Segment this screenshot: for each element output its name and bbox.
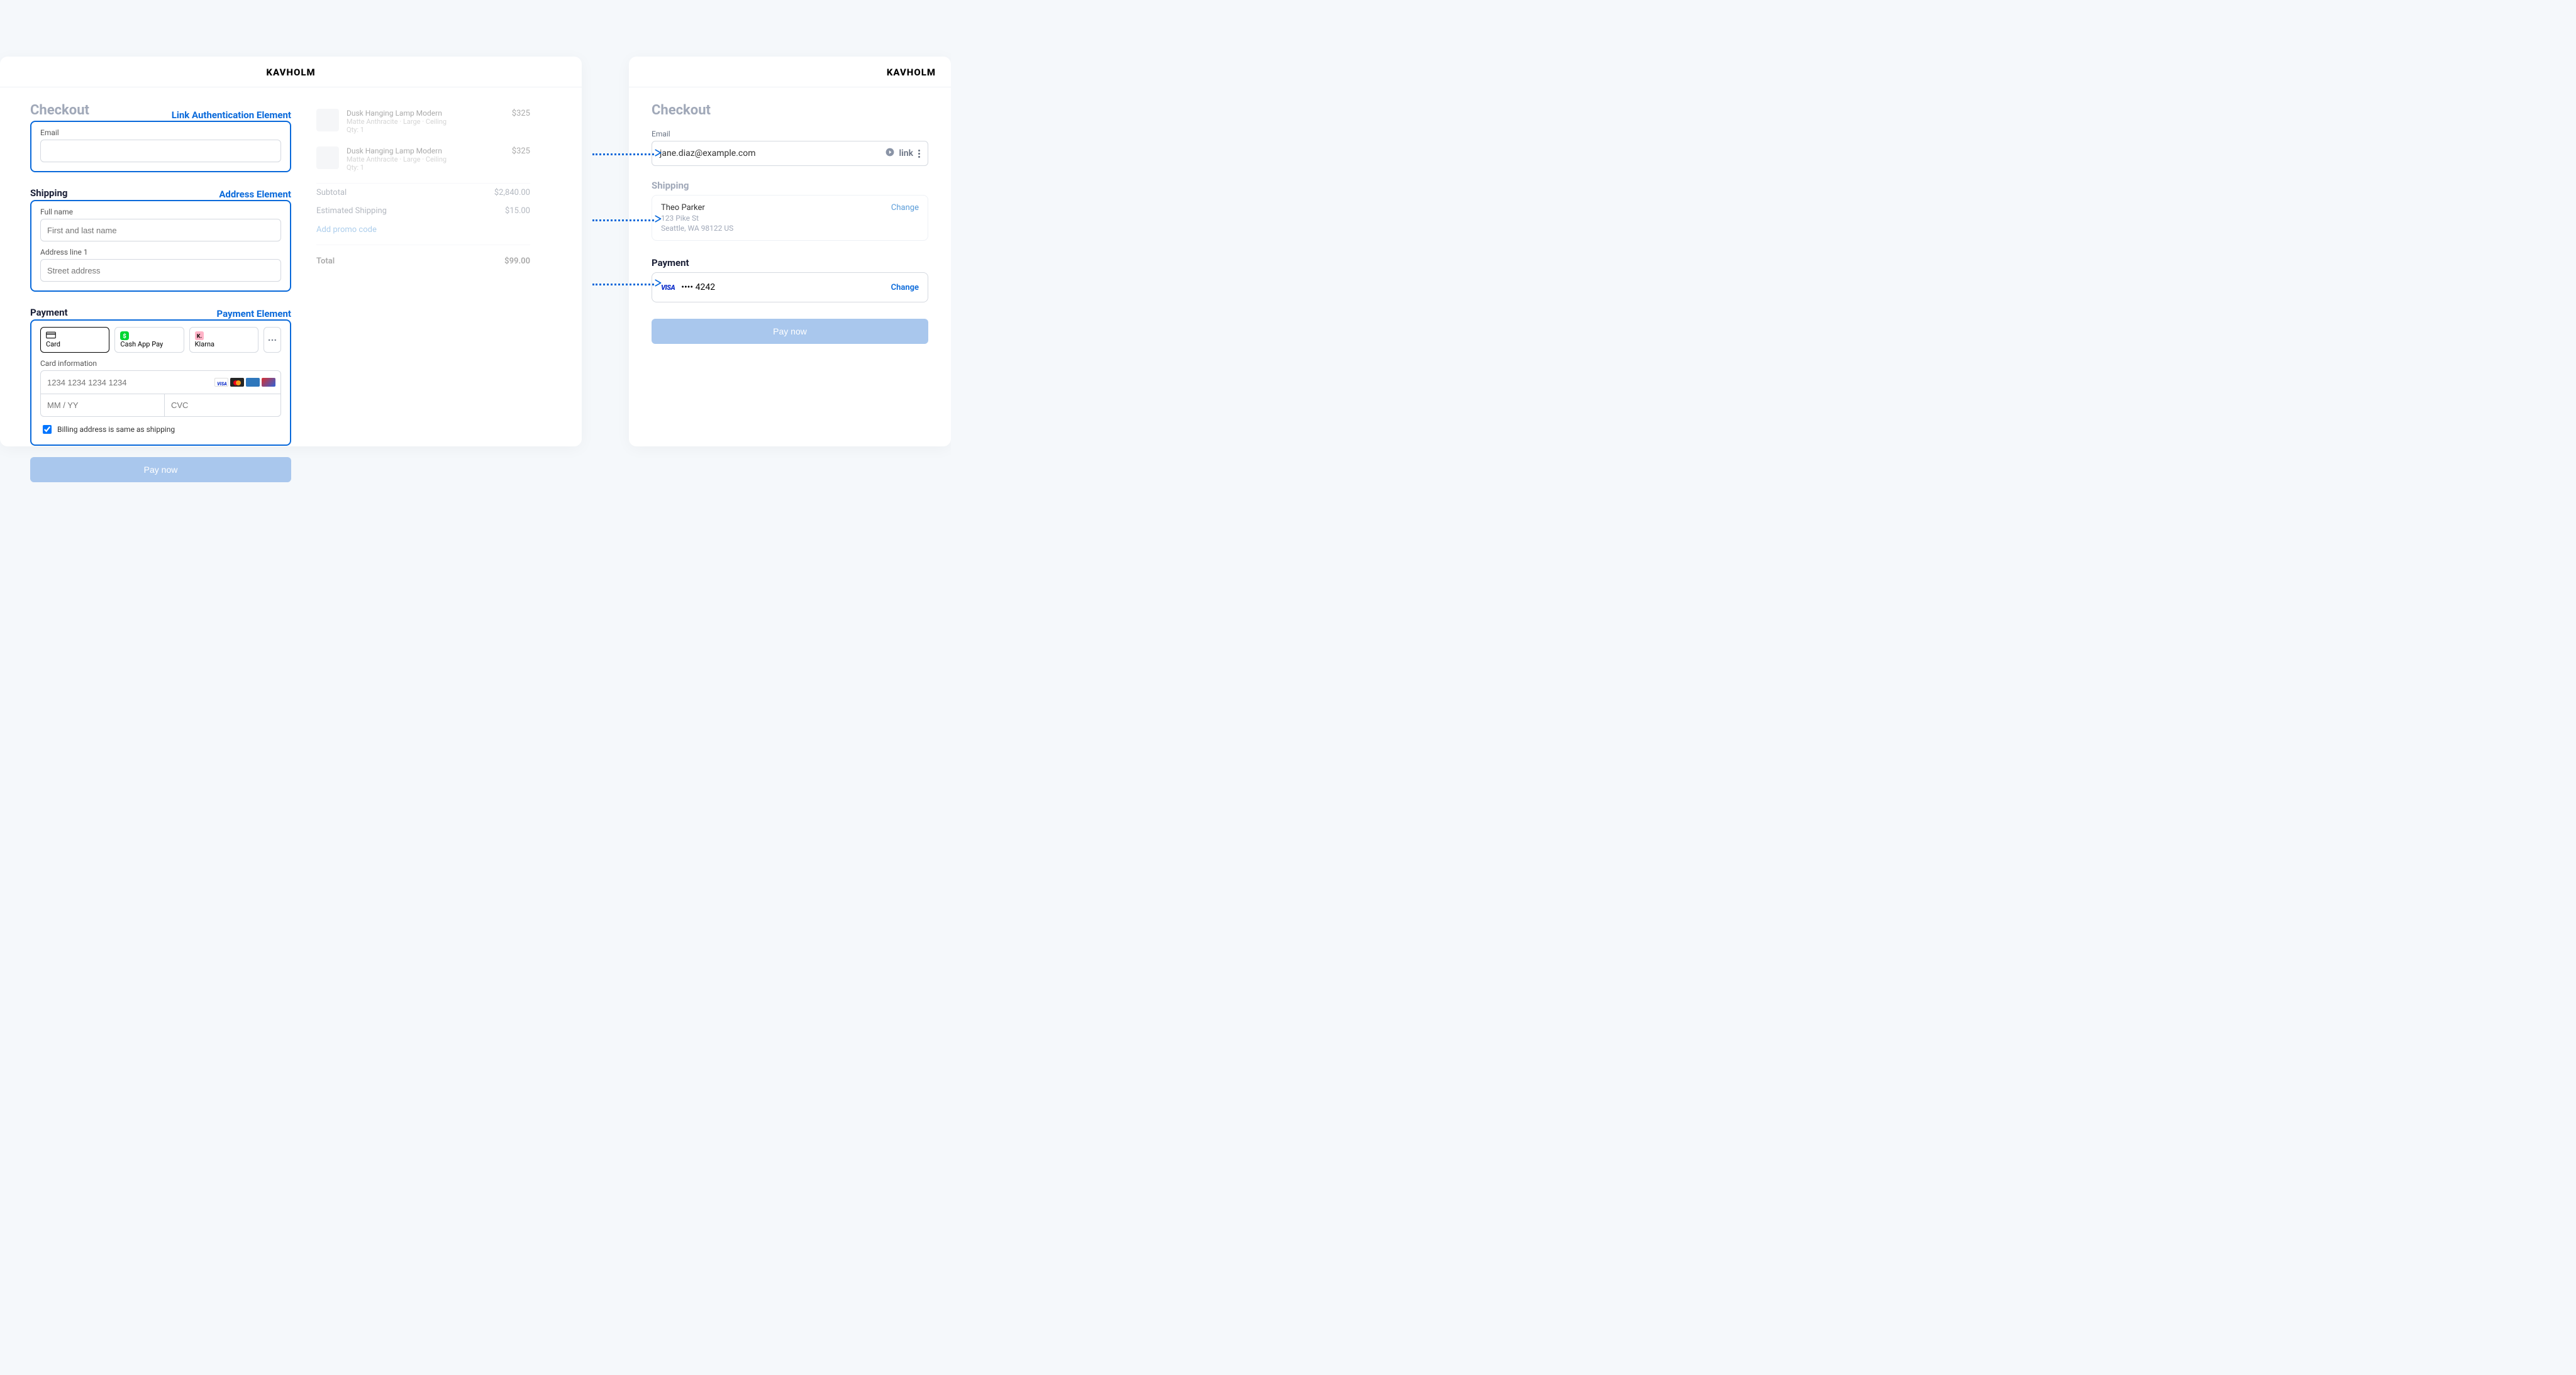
email-value: jane.diaz@example.com bbox=[660, 148, 755, 158]
card-cvc-input[interactable] bbox=[165, 394, 281, 416]
svg-text:K.: K. bbox=[197, 334, 203, 340]
payment-method-cashapp[interactable]: $ Cash App Pay bbox=[114, 327, 184, 353]
cart-item-meta: Matte Anthracite · Large · Ceiling bbox=[347, 155, 504, 163]
card-info-label: Card information bbox=[40, 359, 281, 368]
shipping-name: Theo Parker bbox=[661, 203, 733, 213]
payment-method-card-label: Card bbox=[46, 340, 104, 348]
email-input[interactable] bbox=[40, 140, 281, 162]
payment-method-cashapp-label: Cash App Pay bbox=[120, 340, 178, 348]
element-label-address: Address Element bbox=[219, 189, 291, 200]
est-shipping-label: Estimated Shipping bbox=[316, 206, 387, 216]
link-badge-icon bbox=[886, 148, 894, 159]
billing-same-label: Billing address is same as shipping bbox=[57, 425, 175, 434]
brand-logo-right: KAVHOLM bbox=[629, 57, 951, 87]
arrow-head-icon bbox=[654, 279, 663, 287]
stage: KAVHOLM Checkout Link Authentication Ele… bbox=[0, 0, 951, 507]
cart-item-name: Dusk Hanging Lamp Modern bbox=[347, 109, 504, 118]
link-auth-element: Email bbox=[30, 121, 291, 172]
address1-input[interactable] bbox=[40, 259, 281, 282]
card-last4: •••• 4242 bbox=[681, 282, 715, 292]
arrow-head-icon bbox=[654, 148, 663, 157]
shipping-heading-right: Shipping bbox=[652, 180, 928, 191]
arrow-icon bbox=[592, 284, 654, 285]
cart-item-meta: Matte Anthracite · Large · Ceiling bbox=[347, 118, 504, 126]
page-title: Checkout bbox=[30, 102, 89, 118]
unionpay-icon bbox=[262, 378, 275, 387]
cart-item-price: $325 bbox=[512, 109, 530, 134]
kebab-menu-icon[interactable] bbox=[918, 150, 920, 158]
svg-text:$: $ bbox=[123, 333, 127, 340]
shipping-heading: Shipping bbox=[30, 187, 67, 199]
total-label: Total bbox=[316, 257, 335, 266]
change-payment-link[interactable]: Change bbox=[891, 283, 919, 292]
cart-item-name: Dusk Hanging Lamp Modern bbox=[347, 146, 504, 155]
checkout-filled-panel: KAVHOLM Checkout Email jane.diaz@example… bbox=[629, 57, 951, 446]
address-element: Full name Address line 1 bbox=[30, 200, 291, 292]
card-expiry-input[interactable] bbox=[41, 394, 164, 416]
product-thumbnail bbox=[316, 146, 339, 169]
arrow-icon bbox=[592, 153, 654, 155]
product-thumbnail bbox=[316, 109, 339, 131]
payment-element: Card $ Cash App Pay K. Klarn bbox=[30, 319, 291, 446]
link-badge-text: link bbox=[899, 148, 913, 158]
page-title-right: Checkout bbox=[652, 102, 928, 118]
arrow-icon bbox=[592, 219, 654, 221]
email-label-right: Email bbox=[652, 130, 928, 138]
cart-item-price: $325 bbox=[512, 146, 530, 172]
payment-heading-right: Payment bbox=[652, 257, 928, 268]
change-shipping-link[interactable]: Change bbox=[891, 203, 919, 233]
pay-now-button-right[interactable]: Pay now bbox=[652, 319, 928, 344]
checkout-form-panel: KAVHOLM Checkout Link Authentication Ele… bbox=[0, 57, 582, 446]
cart-item-qty: Qty: 1 bbox=[347, 163, 504, 172]
add-promo-code[interactable]: Add promo code bbox=[316, 220, 530, 245]
klarna-icon: K. bbox=[195, 331, 205, 339]
address1-label: Address line 1 bbox=[40, 248, 281, 257]
payment-heading: Payment bbox=[30, 307, 68, 318]
fullname-input[interactable] bbox=[40, 219, 281, 241]
shipping-addr2: Seattle, WA 98122 US bbox=[661, 224, 733, 233]
est-shipping-value: $15.00 bbox=[505, 206, 530, 216]
card-brand-strip: VISA bbox=[214, 378, 280, 387]
card-number-input[interactable] bbox=[41, 371, 214, 394]
total-value: $99.00 bbox=[504, 257, 530, 266]
brand-logo: KAVHOLM bbox=[0, 57, 582, 87]
email-display[interactable]: jane.diaz@example.com link bbox=[652, 141, 928, 166]
cashapp-icon: $ bbox=[120, 331, 130, 339]
visa-icon: VISA bbox=[214, 378, 228, 387]
mastercard-icon bbox=[230, 378, 244, 387]
cart-item-qty: Qty: 1 bbox=[347, 126, 504, 134]
payment-method-klarna[interactable]: K. Klarna bbox=[189, 327, 258, 353]
subtotal-label: Subtotal bbox=[316, 188, 347, 197]
billing-same-checkbox[interactable] bbox=[43, 425, 52, 434]
payment-method-more[interactable]: ··· bbox=[264, 327, 281, 353]
element-label-link-auth: Link Authentication Element bbox=[172, 109, 291, 121]
subtotal-value: $2,840.00 bbox=[494, 188, 530, 197]
order-summary: Dusk Hanging Lamp Modern Matte Anthracit… bbox=[316, 102, 530, 482]
shipping-addr1: 123 Pike St bbox=[661, 214, 733, 223]
payment-method-card[interactable]: Card bbox=[40, 327, 109, 353]
card-icon bbox=[46, 331, 56, 339]
element-label-payment: Payment Element bbox=[217, 308, 291, 319]
shipping-card: Theo Parker 123 Pike St Seattle, WA 9812… bbox=[652, 195, 928, 241]
visa-logo: VISA bbox=[661, 284, 675, 292]
fullname-label: Full name bbox=[40, 207, 281, 216]
saved-payment-card: VISA •••• 4242 Change bbox=[652, 272, 928, 302]
amex-icon bbox=[246, 378, 260, 387]
svg-text:VISA: VISA bbox=[217, 382, 227, 387]
payment-method-klarna-label: Klarna bbox=[195, 340, 253, 348]
email-label: Email bbox=[40, 128, 281, 137]
arrow-head-icon bbox=[654, 214, 663, 223]
pay-now-button[interactable]: Pay now bbox=[30, 457, 291, 482]
